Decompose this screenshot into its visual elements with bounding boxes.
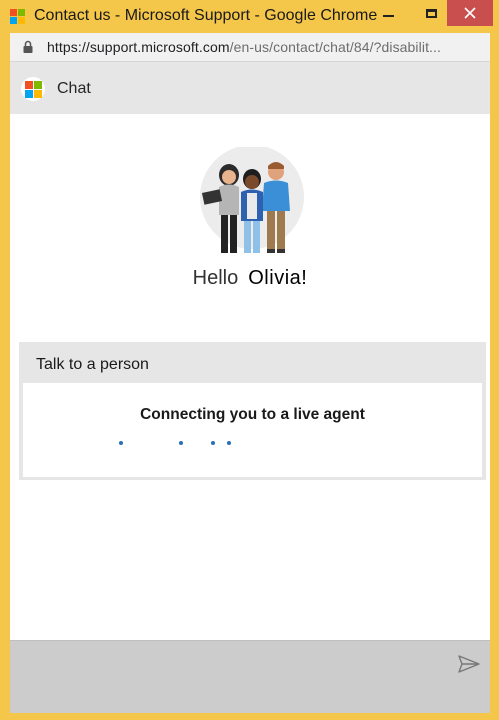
send-icon[interactable] [458, 655, 480, 673]
greeting-text: Hello [192, 267, 239, 289]
lock-icon [23, 40, 33, 53]
maximize-button[interactable] [413, 0, 449, 26]
chat-page: Chat Hello Olivia! Talk to a person Conn… [10, 62, 490, 713]
close-icon [464, 7, 476, 19]
card-body: Connecting you to a live agent [23, 383, 482, 477]
loading-dot [179, 441, 183, 445]
card-title: Talk to a person [36, 356, 149, 373]
message-composer[interactable] [10, 640, 490, 713]
greeting: Hello Olivia! [10, 267, 490, 290]
support-team-illustration [197, 145, 307, 257]
address-bar[interactable]: https://support.microsoft.com/en-us/cont… [10, 33, 490, 62]
microsoft-logo-icon [21, 77, 45, 101]
url-path: /en-us/contact/chat/84/?disabilit... [229, 39, 442, 55]
maximize-icon [425, 8, 437, 18]
minimize-button[interactable] [370, 0, 406, 26]
loading-dot [119, 441, 123, 445]
talk-to-person-card: Talk to a person Connecting you to a liv… [19, 342, 486, 480]
close-button[interactable] [447, 0, 493, 26]
url-host: https://support.microsoft.com [47, 39, 230, 55]
window-title: Contact us - Microsoft Support - Google … [34, 7, 378, 24]
connection-status: Connecting you to a live agent [140, 406, 365, 423]
user-name: Olivia! [248, 267, 308, 289]
chat-header-title: Chat [57, 80, 91, 97]
title-bar[interactable]: Contact us - Microsoft Support - Google … [0, 0, 499, 33]
loading-dot [227, 441, 231, 445]
chat-header: Chat [10, 62, 490, 114]
minimize-icon [382, 15, 394, 17]
microsoft-logo-icon [10, 9, 26, 25]
loading-dot [211, 441, 215, 445]
url-text[interactable]: https://support.microsoft.com/en-us/cont… [47, 39, 441, 55]
browser-window: Contact us - Microsoft Support - Google … [0, 0, 499, 720]
